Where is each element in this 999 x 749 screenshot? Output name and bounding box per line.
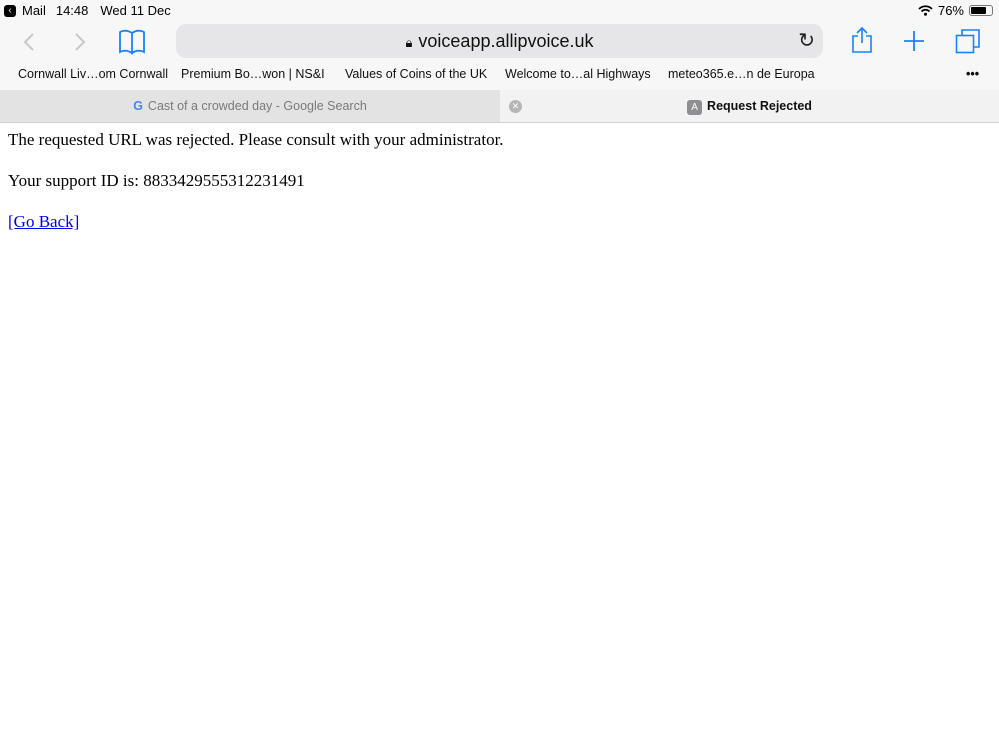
support-id: Your support ID is: 8833429555312231491 — [8, 171, 305, 190]
battery-percent: 76% — [937, 3, 964, 18]
page-content: The requested URL was rejected. Please c… — [8, 130, 504, 253]
date: Wed 11 Dec — [100, 3, 171, 18]
bookmarks-book-icon[interactable] — [118, 29, 146, 55]
more-bookmarks-button[interactable]: ••• — [966, 67, 979, 81]
chevron-left-icon[interactable] — [22, 32, 36, 52]
favicon-letter-icon: A — [687, 100, 703, 115]
back-to-app-icon[interactable]: ‹ — [4, 4, 16, 17]
wifi-icon — [918, 5, 933, 16]
tab-label: Request Rejected — [707, 99, 812, 113]
tab-request-rejected[interactable]: ✕ A Request Rejected — [500, 90, 999, 122]
url-text[interactable]: voiceapp.allipvoice.uk — [418, 31, 593, 51]
time: 14:48 — [55, 3, 89, 18]
toolbar: 🔒︎ voiceapp.allipvoice.uk ↻ Cornwall Liv…… — [0, 20, 999, 90]
close-tab-icon[interactable]: ✕ — [509, 100, 522, 113]
bookmark-item[interactable]: meteo365.e…n de Europa — [668, 67, 815, 81]
bookmark-item[interactable]: Premium Bo…won | NS&I — [181, 67, 325, 81]
status-bar: ‹ Mail 14:48 Wed 11 Dec 76% — [0, 0, 999, 20]
bookmark-item[interactable]: Values of Coins of the UK — [345, 67, 487, 81]
lock-icon: 🔒︎ — [405, 35, 413, 50]
back-app-label[interactable]: Mail — [22, 3, 46, 18]
tabs-icon[interactable] — [955, 28, 981, 54]
tab-label: Cast of a crowded day - Google Search — [147, 99, 367, 113]
chevron-right-icon[interactable] — [73, 32, 87, 52]
reload-icon[interactable]: ↻ — [798, 24, 815, 58]
plus-icon[interactable] — [903, 30, 925, 52]
rejection-message: The requested URL was rejected. Please c… — [8, 130, 504, 149]
tab-bar: G Cast of a crowded day - Google Search ✕… — [0, 90, 999, 123]
share-icon[interactable] — [851, 26, 873, 54]
google-favicon-icon: G — [133, 99, 143, 113]
battery-icon — [969, 5, 993, 16]
address-bar[interactable]: 🔒︎ voiceapp.allipvoice.uk ↻ — [176, 24, 823, 58]
go-back-link[interactable]: [Go Back] — [8, 212, 79, 231]
bookmark-item[interactable]: Cornwall Liv…om Cornwall — [18, 67, 168, 81]
bookmark-item[interactable]: Welcome to…al Highways — [505, 67, 651, 81]
tab-google-search[interactable]: G Cast of a crowded day - Google Search — [0, 90, 500, 122]
